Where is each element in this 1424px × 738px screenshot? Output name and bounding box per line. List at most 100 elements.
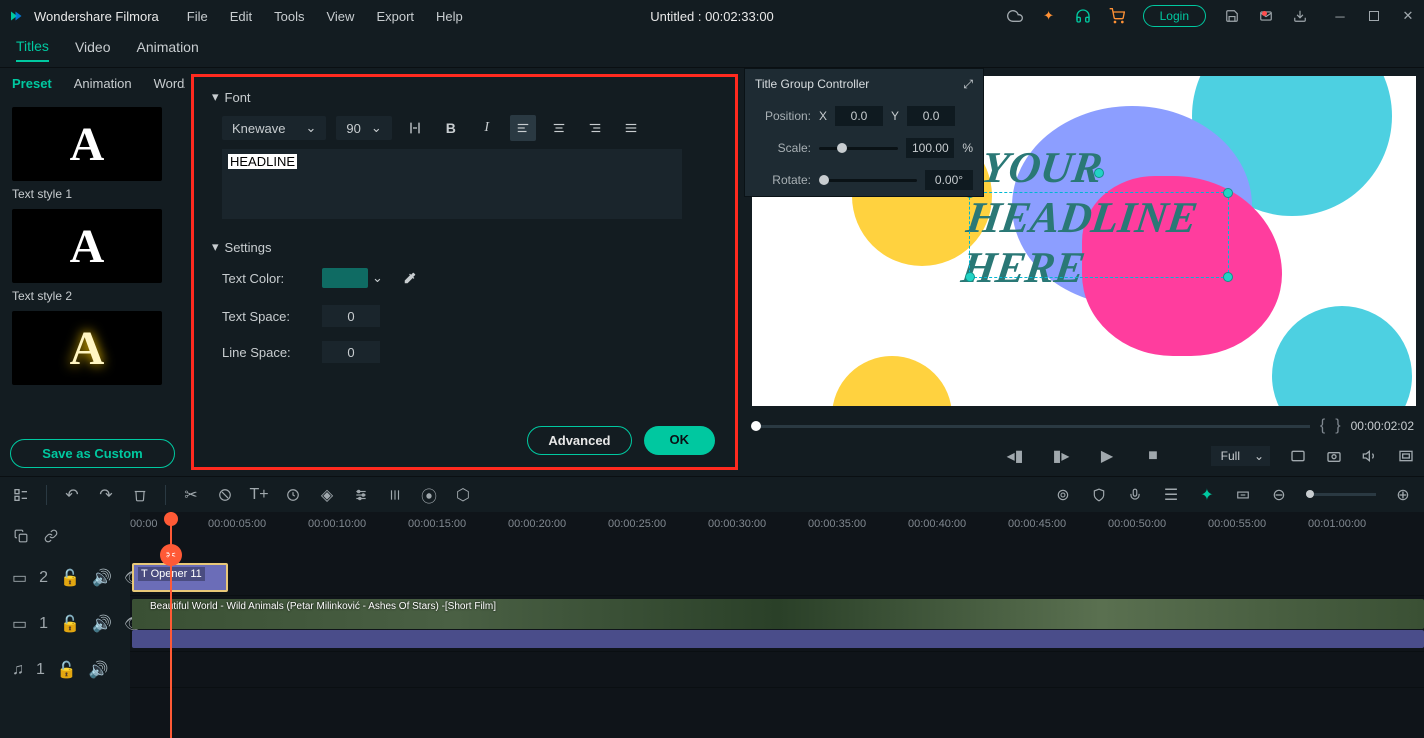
mute-icon[interactable]: 🔊 <box>92 568 112 588</box>
line-space-input[interactable]: 0 <box>322 341 380 363</box>
text-color-picker[interactable]: ⌄ <box>322 268 383 288</box>
timeline-track-overlay[interactable]: T Opener 11 <box>130 560 1424 596</box>
save-icon[interactable] <box>1224 8 1240 24</box>
render-icon[interactable]: ⦿ <box>420 486 438 504</box>
delete-icon[interactable] <box>131 486 149 504</box>
subtab-preset[interactable]: Preset <box>12 76 52 91</box>
mark-out-icon[interactable]: } <box>1335 417 1340 435</box>
font-family-dropdown[interactable]: Knewave ⌄ <box>222 116 326 140</box>
snapshot-icon[interactable] <box>1326 448 1342 464</box>
playback-quality-icon[interactable] <box>1290 448 1306 464</box>
timeline-track-audio[interactable] <box>130 652 1424 688</box>
align-center-icon[interactable] <box>546 115 572 141</box>
rotate-input[interactable]: 0.00° <box>925 170 973 190</box>
split-icon[interactable]: ✂ <box>182 486 200 504</box>
title-group-controller-panel[interactable]: Title Group Controller⤢ Position: X 0.0 … <box>744 68 984 197</box>
speed-icon[interactable] <box>284 486 302 504</box>
keyframe-icon[interactable]: ⬡ <box>454 486 472 504</box>
mute-icon[interactable]: 🔊 <box>92 614 112 634</box>
timeline-tracks[interactable]: 00:00 00:00:05:00 00:00:10:00 00:00:15:0… <box>130 512 1424 738</box>
add-text-icon[interactable]: T+ <box>250 486 268 504</box>
title-clip[interactable]: T Opener 11 <box>132 563 228 592</box>
eyedropper-icon[interactable] <box>397 265 423 291</box>
copy-icon[interactable] <box>12 527 30 545</box>
playhead[interactable] <box>170 512 172 738</box>
preset-item[interactable]: A <box>12 311 173 385</box>
download-icon[interactable] <box>1292 8 1308 24</box>
zoom-slider[interactable] <box>1306 493 1376 496</box>
menu-view[interactable]: View <box>326 9 354 24</box>
lock-icon[interactable]: 🔓 <box>57 660 77 680</box>
menu-file[interactable]: File <box>187 9 208 24</box>
marker-icon[interactable] <box>216 486 234 504</box>
audio-waveform[interactable] <box>132 630 1424 648</box>
position-x-input[interactable]: 0.0 <box>835 106 883 126</box>
subtab-animation[interactable]: Animation <box>74 76 132 91</box>
volume-icon[interactable] <box>1362 448 1378 464</box>
add-track-icon[interactable] <box>12 486 30 504</box>
tab-animation[interactable]: Animation <box>137 39 199 61</box>
shield-icon[interactable] <box>1090 486 1108 504</box>
position-y-input[interactable]: 0.0 <box>907 106 955 126</box>
login-button[interactable]: Login <box>1143 5 1206 27</box>
filters-icon[interactable] <box>352 486 370 504</box>
cloud-icon[interactable] <box>1007 8 1023 24</box>
preview-scrubber[interactable] <box>754 425 1310 428</box>
track-header-video[interactable]: ▭1 🔓 🔊 👁 <box>0 596 130 652</box>
message-icon[interactable] <box>1258 8 1274 24</box>
close-icon[interactable]: ✕ <box>1400 8 1416 24</box>
stop-icon[interactable]: ■ <box>1145 448 1161 464</box>
play-icon[interactable]: ▶ <box>1099 448 1115 464</box>
next-frame-icon[interactable]: ▮▸ <box>1053 448 1069 464</box>
italic-icon[interactable]: I <box>474 115 500 141</box>
bold-icon[interactable]: B <box>438 115 464 141</box>
preview-scale-dropdown[interactable]: Full⌄ <box>1211 446 1270 466</box>
mute-icon[interactable]: 🔊 <box>89 660 109 680</box>
fullscreen-icon[interactable] <box>1398 448 1414 464</box>
lock-icon[interactable]: 🔓 <box>60 614 80 634</box>
zoom-in-icon[interactable]: ⊕ <box>1394 486 1412 504</box>
undo-icon[interactable]: ↶ <box>63 486 81 504</box>
headphones-icon[interactable] <box>1075 8 1091 24</box>
snap-icon[interactable]: ⊚ <box>1054 486 1072 504</box>
effects-store-icon[interactable]: ✦ <box>1041 8 1057 24</box>
track-header-overlay[interactable]: ▭2 🔓 🔊 👁 <box>0 560 130 596</box>
fit-zoom-icon[interactable] <box>1234 486 1252 504</box>
lock-icon[interactable]: 🔓 <box>60 568 80 588</box>
tab-titles[interactable]: Titles <box>16 38 49 62</box>
menu-edit[interactable]: Edit <box>230 9 252 24</box>
zoom-out-icon[interactable]: ⊖ <box>1270 486 1288 504</box>
timeline-ruler[interactable]: 00:00 00:00:05:00 00:00:10:00 00:00:15:0… <box>130 512 1424 560</box>
text-space-input[interactable]: 0 <box>322 305 380 327</box>
selection-box[interactable] <box>969 192 1229 278</box>
settings-section-header[interactable]: ▾ Settings <box>212 239 717 255</box>
align-right-icon[interactable] <box>582 115 608 141</box>
preset-item[interactable]: A Text style 2 <box>12 209 173 303</box>
align-left-icon[interactable] <box>510 115 536 141</box>
menu-export[interactable]: Export <box>376 9 414 24</box>
magnetic-icon[interactable]: ✦ <box>1198 486 1216 504</box>
font-section-header[interactable]: ▾ Font <box>212 89 717 105</box>
timeline-track-video[interactable]: Beautiful World - Wild Animals (Petar Mi… <box>130 596 1424 652</box>
tab-video[interactable]: Video <box>75 39 111 61</box>
preset-item[interactable]: A Text style 1 <box>12 107 173 201</box>
mark-in-icon[interactable]: { <box>1320 417 1325 435</box>
ok-button[interactable]: OK <box>644 426 716 455</box>
scale-slider[interactable] <box>819 147 898 150</box>
redo-icon[interactable]: ↷ <box>97 486 115 504</box>
scale-input[interactable]: 100.00 <box>906 138 954 158</box>
audio-mixer-icon[interactable] <box>386 486 404 504</box>
mic-icon[interactable] <box>1126 486 1144 504</box>
menu-tools[interactable]: Tools <box>274 9 304 24</box>
color-tag-icon[interactable]: ◈ <box>318 486 336 504</box>
prev-frame-icon[interactable]: ◂▮ <box>1007 448 1023 464</box>
video-clip[interactable]: Beautiful World - Wild Animals (Petar Mi… <box>132 599 1424 629</box>
rotate-slider[interactable] <box>819 179 917 182</box>
title-text-input[interactable]: HEADLINE <box>222 149 682 219</box>
align-justify-icon[interactable] <box>618 115 644 141</box>
advanced-button[interactable]: Advanced <box>527 426 631 455</box>
font-size-dropdown[interactable]: 90 ⌄ <box>336 116 391 140</box>
cart-icon[interactable] <box>1109 8 1125 24</box>
menu-help[interactable]: Help <box>436 9 463 24</box>
minimize-icon[interactable]: ─ <box>1332 8 1348 24</box>
